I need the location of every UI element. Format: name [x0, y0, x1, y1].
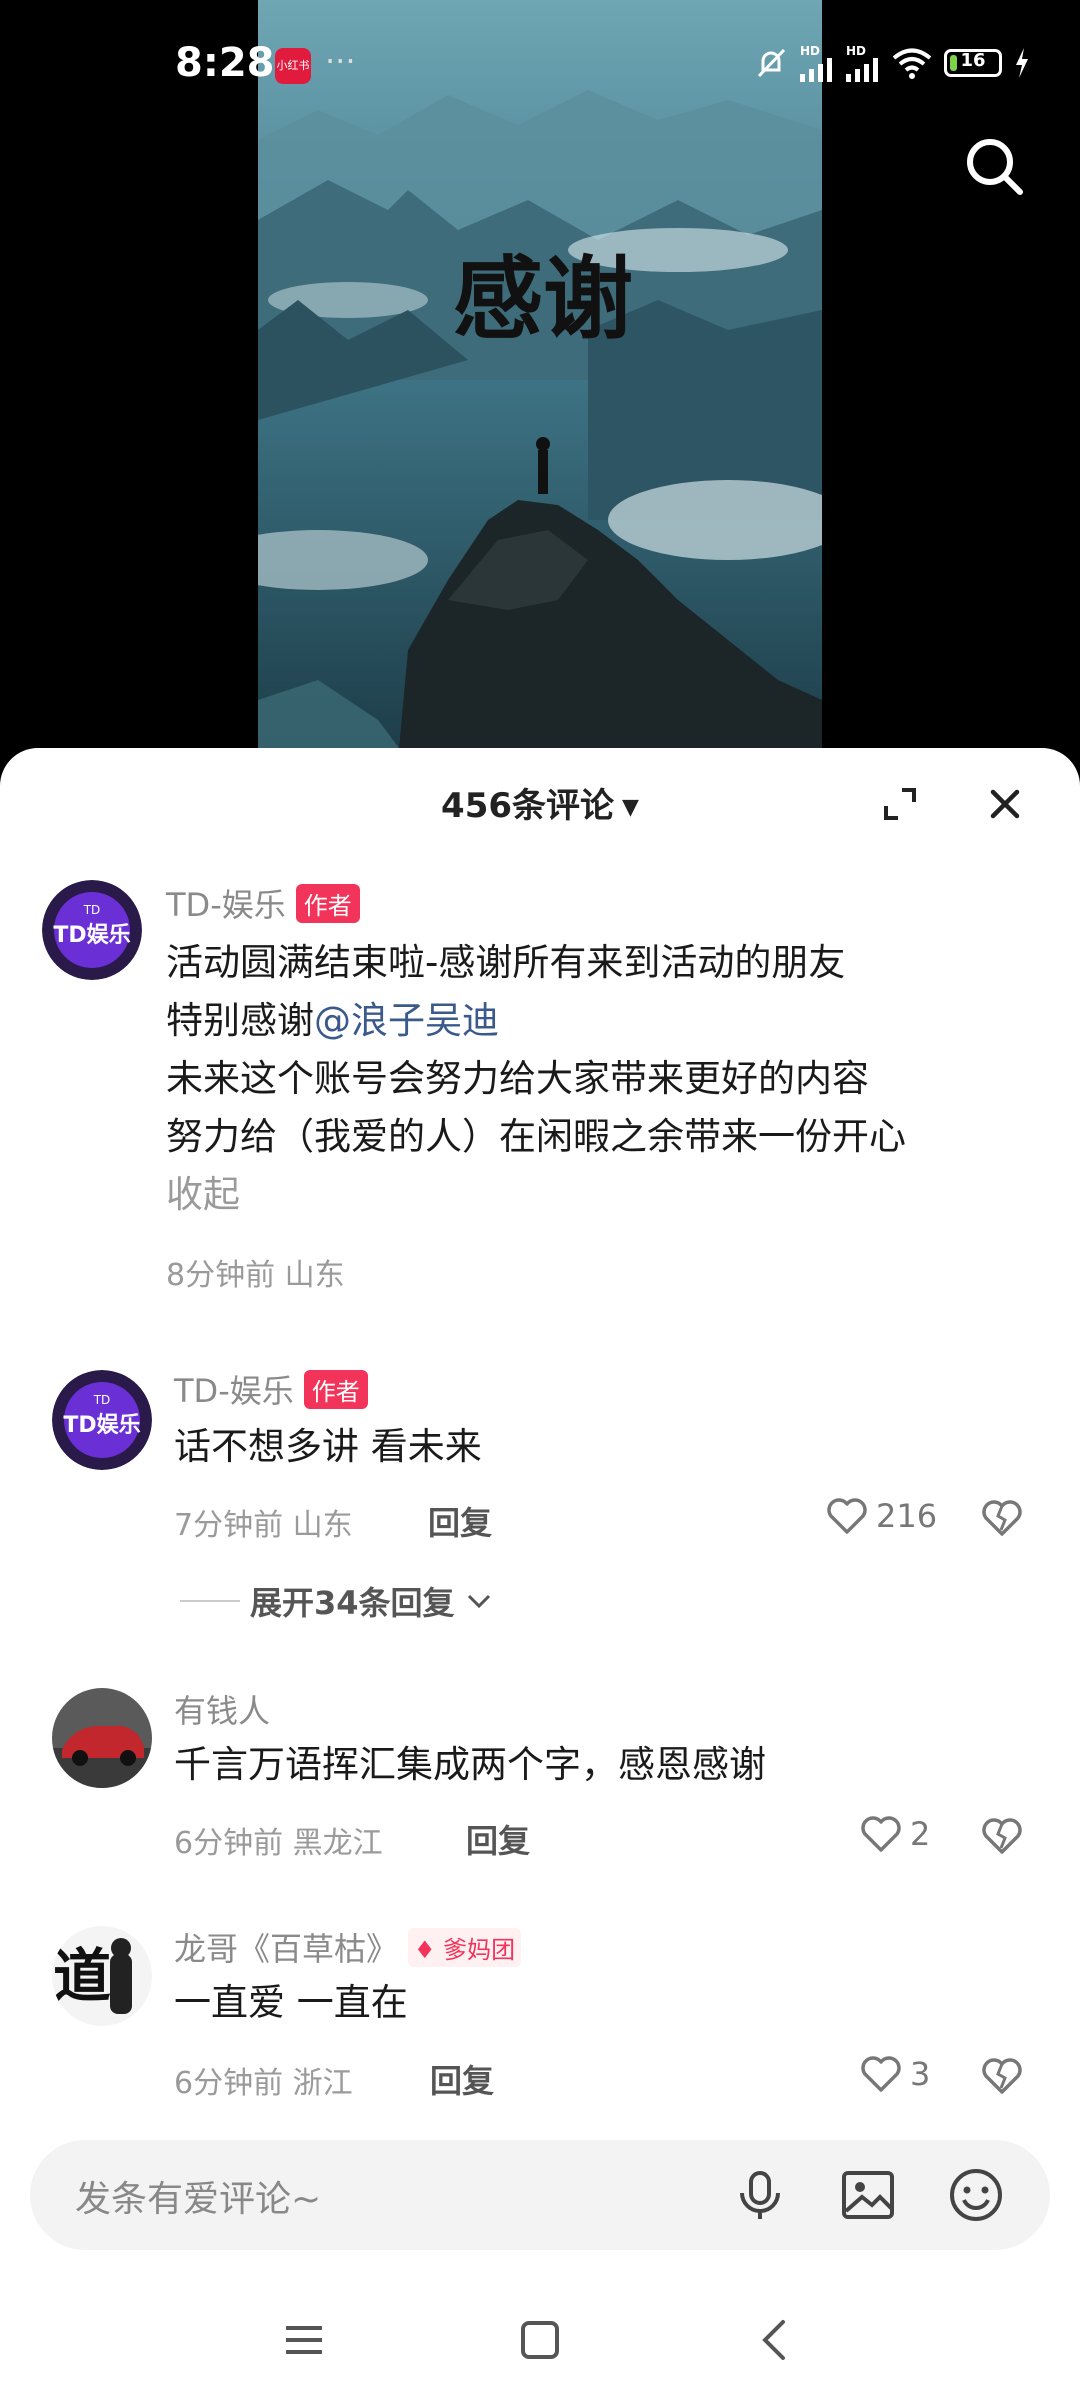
comment-text: 一直爱 一直在	[174, 1981, 408, 2024]
battery-icon: 16	[944, 49, 1002, 77]
svg-text:TD: TD	[93, 1393, 111, 1407]
dislike-button[interactable]	[980, 2054, 1024, 2098]
image-icon	[842, 2171, 894, 2219]
microphone-icon	[740, 2171, 780, 2219]
comment-meta: 6分钟前 浙江	[174, 2066, 353, 2101]
broken-heart-icon	[982, 2058, 1022, 2094]
td-logo-icon: TD TD娱乐	[52, 1370, 152, 1470]
calligraphy-avatar-image: 道	[52, 1926, 152, 2026]
svg-text:TD: TD	[83, 903, 101, 917]
heart-icon	[861, 2056, 901, 2092]
expand-icon	[884, 788, 916, 820]
svg-text:TD娱乐: TD娱乐	[63, 1413, 140, 1438]
image-button[interactable]	[838, 2165, 898, 2225]
comment-username[interactable]: 龙哥《百草枯》 ♦ 爹妈团	[174, 1924, 522, 1970]
comment-input[interactable]: 发条有爱评论~	[30, 2140, 1050, 2250]
heart-icon	[861, 1816, 901, 1852]
battery-text: 16	[960, 50, 986, 71]
comment-username[interactable]: 有钱人	[174, 1686, 270, 1732]
avatar-td[interactable]: TD TD娱乐	[42, 880, 142, 980]
broken-heart-icon	[982, 1500, 1022, 1536]
avatar-td-2[interactable]: TD TD娱乐	[52, 1370, 152, 1470]
td-logo-icon: TD TD娱乐	[42, 880, 142, 980]
reply-button[interactable]: 回复	[430, 2056, 494, 2102]
back-icon	[762, 2320, 785, 2360]
comment-username[interactable]: TD-娱乐 作者	[174, 1366, 368, 1412]
avatar-car[interactable]	[52, 1688, 152, 1788]
wifi-icon	[892, 48, 932, 79]
comment-text: 话不想多讲 看未来	[174, 1425, 482, 1468]
status-time: 8:28	[175, 40, 275, 86]
status-icons: HD HD 16	[754, 44, 1030, 82]
mention-link[interactable]: @浪子吴迪	[314, 999, 499, 1042]
hd-label-2: HD	[846, 44, 867, 58]
hd-label: HD	[800, 44, 821, 58]
emoji-icon	[950, 2169, 1002, 2221]
like-button[interactable]: 216	[826, 1496, 937, 1536]
comment-meta: 7分钟前 山东	[174, 1508, 353, 1543]
comment-input-placeholder: 发条有爱评论~	[75, 2179, 322, 2220]
comment-username[interactable]: TD-娱乐 作者	[166, 880, 360, 926]
signal-icon	[800, 58, 832, 82]
menu-button[interactable]	[274, 2310, 334, 2370]
fan-group-badge: ♦ 爹妈团	[408, 1927, 522, 1967]
chevron-down-icon	[467, 1594, 490, 1609]
search-button[interactable]	[960, 132, 1030, 202]
comment-text: 千言万语挥汇集成两个字，感恩感谢	[174, 1743, 766, 1786]
more-notifications-icon: ···	[325, 42, 356, 80]
dislike-button[interactable]	[980, 1814, 1024, 1858]
reply-button[interactable]: 回复	[466, 1816, 530, 1862]
heart-icon	[827, 1498, 867, 1534]
charging-icon	[1016, 48, 1028, 78]
emoji-button[interactable]	[946, 2165, 1006, 2225]
car-avatar-image	[52, 1688, 152, 1788]
svg-text:TD娱乐: TD娱乐	[53, 923, 130, 948]
system-nav-bar	[0, 2290, 1080, 2400]
app-notification-icon: 小红书	[275, 48, 311, 84]
home-icon	[521, 2321, 559, 2359]
menu-icon	[286, 2326, 322, 2354]
comment-text: 活动圆满结束啦-感谢所有来到活动的朋友 特别感谢@浪子吴迪 未来这个账号会努力给…	[166, 934, 906, 1224]
status-bar: 8:28 小红书 ··· HD HD 16	[0, 0, 1080, 130]
reply-button[interactable]: 回复	[428, 1498, 492, 1544]
caret-down-icon: ▼	[622, 795, 639, 820]
dislike-button[interactable]	[980, 1496, 1024, 1540]
like-button[interactable]: 3	[860, 2054, 930, 2094]
collapse-link[interactable]: 收起	[166, 1166, 906, 1224]
mute-bell-icon	[757, 48, 786, 78]
search-icon	[967, 139, 1023, 195]
author-badge: 作者	[295, 883, 360, 923]
author-badge: 作者	[303, 1369, 368, 1409]
broken-heart-icon	[982, 1818, 1022, 1854]
comments-count: 456条评论	[441, 786, 615, 826]
comment-meta: 8分钟前 山东	[166, 1258, 345, 1293]
expand-button[interactable]	[880, 784, 920, 824]
close-icon	[990, 789, 1020, 819]
back-button[interactable]	[745, 2310, 805, 2370]
divider-line	[180, 1600, 240, 1602]
comment-meta: 6分钟前 黑龙江	[174, 1826, 383, 1861]
signal-icon-2	[846, 58, 878, 82]
video-title-text: 感谢	[453, 246, 633, 352]
svg-text:道: 道	[53, 1942, 111, 2010]
home-button[interactable]	[510, 2310, 570, 2370]
close-button[interactable]	[985, 784, 1025, 824]
expand-replies-button[interactable]: 展开34条回复	[180, 1578, 493, 1624]
voice-button[interactable]	[730, 2165, 790, 2225]
avatar-dao[interactable]: 道	[52, 1926, 152, 2026]
like-button[interactable]: 2	[860, 1814, 930, 1854]
